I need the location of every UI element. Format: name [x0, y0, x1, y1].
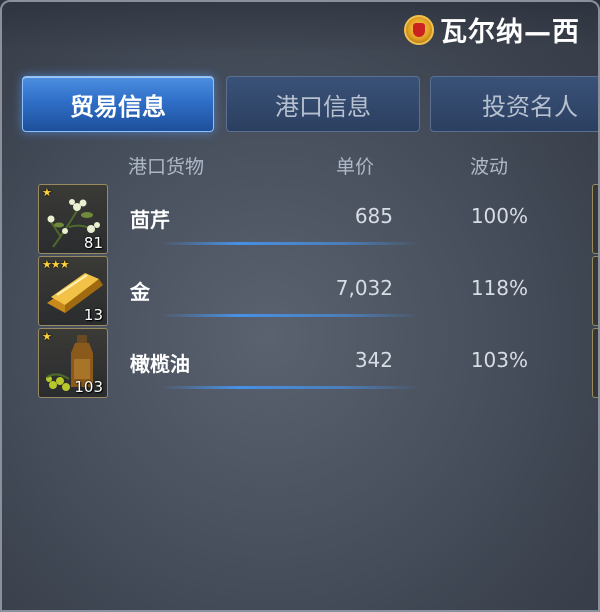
goods-name: 橄榄油: [130, 352, 190, 376]
column-header-goods: 港口货物: [128, 156, 205, 178]
tab-port-info[interactable]: 港口信息: [226, 76, 420, 132]
port-flag-icon: [404, 14, 434, 45]
tab-investment-celebrities[interactable]: 投资名人: [430, 76, 600, 132]
next-slot-edge: [592, 256, 600, 326]
column-header-price: 单价: [336, 156, 375, 178]
table-row[interactable]: ★ 103 橄榄油 342 103%: [0, 328, 600, 398]
goods-name: 金: [130, 280, 150, 304]
next-slot-edge: [592, 184, 600, 254]
item-quantity: 81: [83, 234, 103, 252]
port-name: 瓦尔纳—西: [440, 17, 580, 48]
row-divider: [160, 242, 420, 245]
item-slot[interactable]: ★★★ 13: [38, 256, 108, 326]
rarity-stars: ★: [42, 330, 52, 343]
table-row[interactable]: ★★★ 13 金 7,032 118%: [0, 256, 600, 326]
goods-price: 7,032: [335, 276, 393, 300]
table-header: 港口货物 单价 波动: [0, 152, 600, 180]
row-divider: [160, 386, 420, 389]
rarity-stars: ★: [42, 186, 52, 199]
port-title: 瓦尔纳—西: [404, 10, 580, 49]
item-slot[interactable]: ★ 103: [38, 328, 108, 398]
column-header-change: 波动: [470, 156, 509, 178]
goods-change: 100%: [470, 204, 528, 228]
item-quantity: 13: [83, 306, 103, 324]
goods-change: 103%: [470, 348, 528, 372]
row-divider: [160, 314, 420, 317]
item-slot[interactable]: ★ 81: [38, 184, 108, 254]
tab-trade-info[interactable]: 贸易信息: [22, 76, 214, 132]
item-quantity: 103: [74, 378, 103, 396]
rarity-stars: ★★★: [42, 258, 70, 271]
goods-price: 685: [354, 204, 393, 228]
table-row[interactable]: ★ 81 茴芹 685 100%: [0, 184, 600, 254]
goods-change: 118%: [470, 276, 528, 300]
next-slot-edge: [592, 328, 600, 398]
goods-name: 茴芹: [130, 208, 170, 232]
goods-price: 342: [354, 348, 393, 372]
top-bar: 瓦尔纳—西: [0, 0, 600, 50]
